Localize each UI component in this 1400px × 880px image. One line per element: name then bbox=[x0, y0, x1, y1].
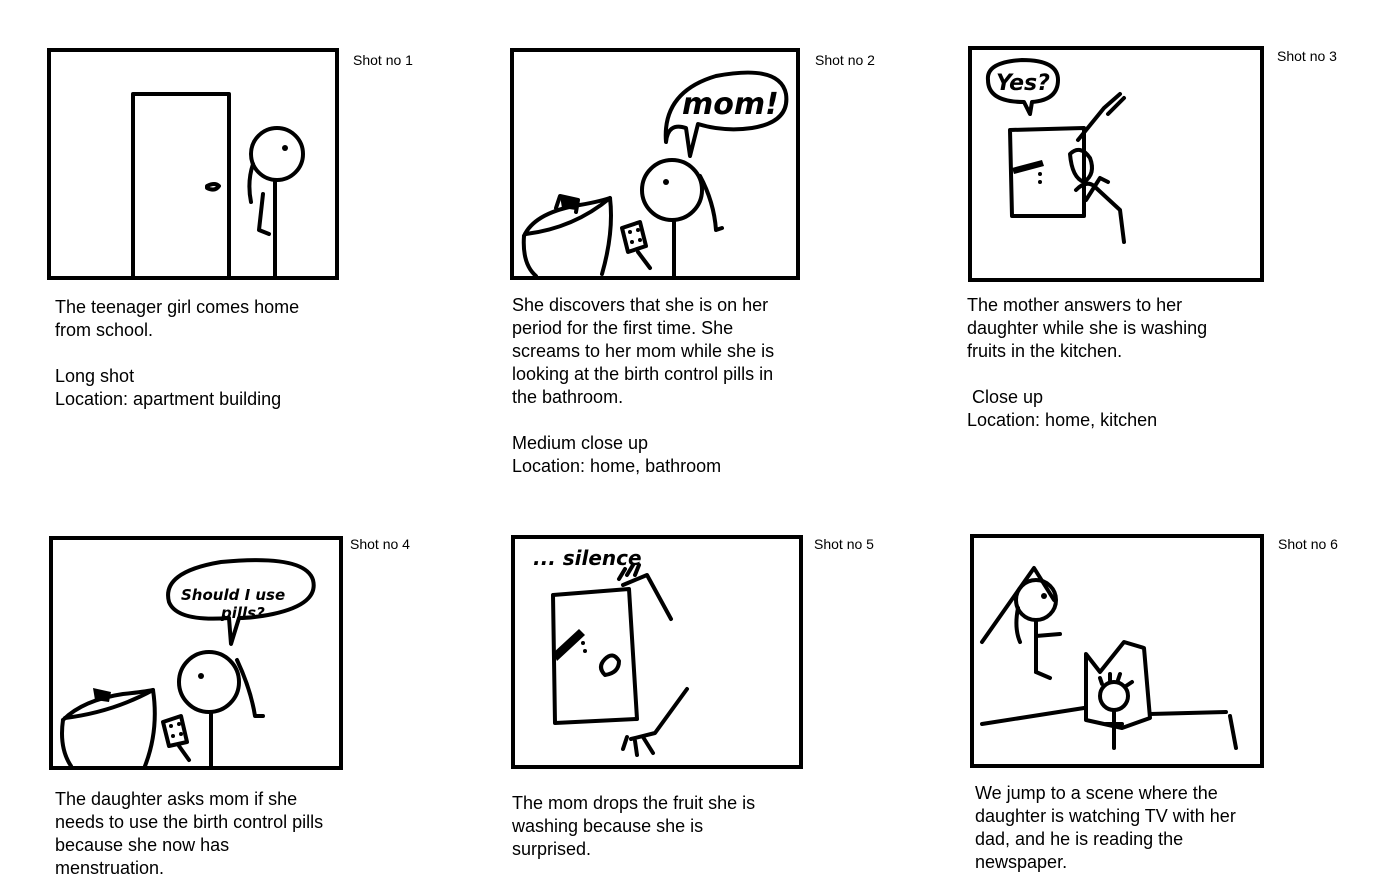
shot-2-text-line bbox=[512, 409, 842, 432]
shot-6-text-line: newspaper. bbox=[975, 852, 1068, 872]
shot-1-drawing bbox=[131, 92, 305, 280]
shot-6-text-line: daughter is watching TV with her bbox=[975, 806, 1236, 826]
shot-6-drawing bbox=[980, 566, 1238, 750]
shot-1-text-line: Location: apartment building bbox=[55, 389, 282, 409]
shot-4-label: Shot no 4 bbox=[350, 536, 410, 552]
shot-6-text-line: We jump to a scene where the bbox=[975, 783, 1218, 803]
shot-5-caption: ... silence bbox=[533, 546, 642, 570]
shot-2-drawing: mom! bbox=[521, 70, 789, 278]
shot-1-text-line: Long shot bbox=[55, 366, 135, 386]
shot-2-text-line: She discovers that she is on her bbox=[512, 295, 769, 315]
shot-1-label: Shot no 1 bbox=[353, 52, 413, 68]
shot-3-text-line: Location: home, kitchen bbox=[967, 410, 1158, 430]
shot-1-text-line bbox=[55, 342, 385, 365]
shot-4-text-line: The daughter asks mom if she bbox=[55, 789, 298, 809]
shot-3-text-line bbox=[967, 363, 1297, 386]
shot-4-text-line: needs to use the birth control pills bbox=[55, 812, 324, 832]
shot-1-text-line: from school. bbox=[55, 320, 154, 340]
shot-3-text-line: The mother answers to her bbox=[967, 295, 1183, 315]
shot-2-text-line: Medium close up bbox=[512, 433, 649, 453]
shot-3-drawing: Yes? bbox=[985, 58, 1126, 244]
shot-4-text-line: because she now has bbox=[55, 835, 230, 855]
shot-4-text-line: menstruation. bbox=[55, 858, 165, 878]
shot-6-label: Shot no 6 bbox=[1278, 536, 1338, 552]
shot-6-description: We jump to a scene where the daughter is… bbox=[975, 782, 1305, 874]
shot-2-text-line: screams to her mom while she is bbox=[512, 341, 775, 361]
shot-2-bubble-text: mom! bbox=[682, 87, 779, 122]
shot-5-text-line: The mom drops the fruit she is bbox=[512, 793, 756, 813]
shot-4-description: The daughter asks mom if she needs to us… bbox=[55, 788, 385, 880]
shot-2-frame: mom! bbox=[510, 48, 800, 280]
shot-1-description: The teenager girl comes home from school… bbox=[55, 296, 385, 411]
shot-4-bubble-text-1: Should I use bbox=[181, 586, 285, 604]
shot-3-bubble-text: Yes? bbox=[996, 71, 1050, 96]
shot-2-text-line: the bathroom. bbox=[512, 387, 624, 407]
shot-2-description: She discovers that she is on her period … bbox=[512, 294, 842, 478]
shot-5-label: Shot no 5 bbox=[814, 536, 874, 552]
shot-3-text-line: daughter while she is washing bbox=[967, 318, 1208, 338]
shot-5-text-line: surprised. bbox=[512, 839, 592, 859]
shot-2-text-line: Location: home, bathroom bbox=[512, 456, 722, 476]
shot-5-frame: ... silence bbox=[511, 535, 803, 769]
shot-5-drawing: ... silence bbox=[533, 546, 689, 757]
shot-1-frame bbox=[47, 48, 339, 280]
shot-3-text-line: fruits in the kitchen. bbox=[967, 341, 1123, 361]
shot-2-text-line: looking at the birth control pills in bbox=[512, 364, 774, 384]
shot-4-bubble-text-2: pills? bbox=[220, 604, 265, 622]
shot-5-text-line: washing because she is bbox=[512, 816, 704, 836]
shot-6-frame bbox=[970, 534, 1264, 768]
shot-5-description: The mom drops the fruit she is washing b… bbox=[512, 792, 842, 861]
shot-2-label: Shot no 2 bbox=[815, 52, 875, 68]
shot-4-frame: Should I use pills? bbox=[49, 536, 343, 770]
shot-3-description: The mother answers to her daughter while… bbox=[967, 294, 1297, 432]
shot-3-frame: Yes? bbox=[968, 46, 1264, 282]
shot-1-text-line: The teenager girl comes home bbox=[55, 297, 300, 317]
shot-3-label: Shot no 3 bbox=[1277, 48, 1337, 64]
shot-3-text-line: Close up bbox=[967, 387, 1044, 407]
shot-6-text-line: dad, and he is reading the bbox=[975, 829, 1184, 849]
shot-4-drawing: Should I use pills? bbox=[60, 558, 316, 768]
shot-2-text-line: period for the first time. She bbox=[512, 318, 734, 338]
